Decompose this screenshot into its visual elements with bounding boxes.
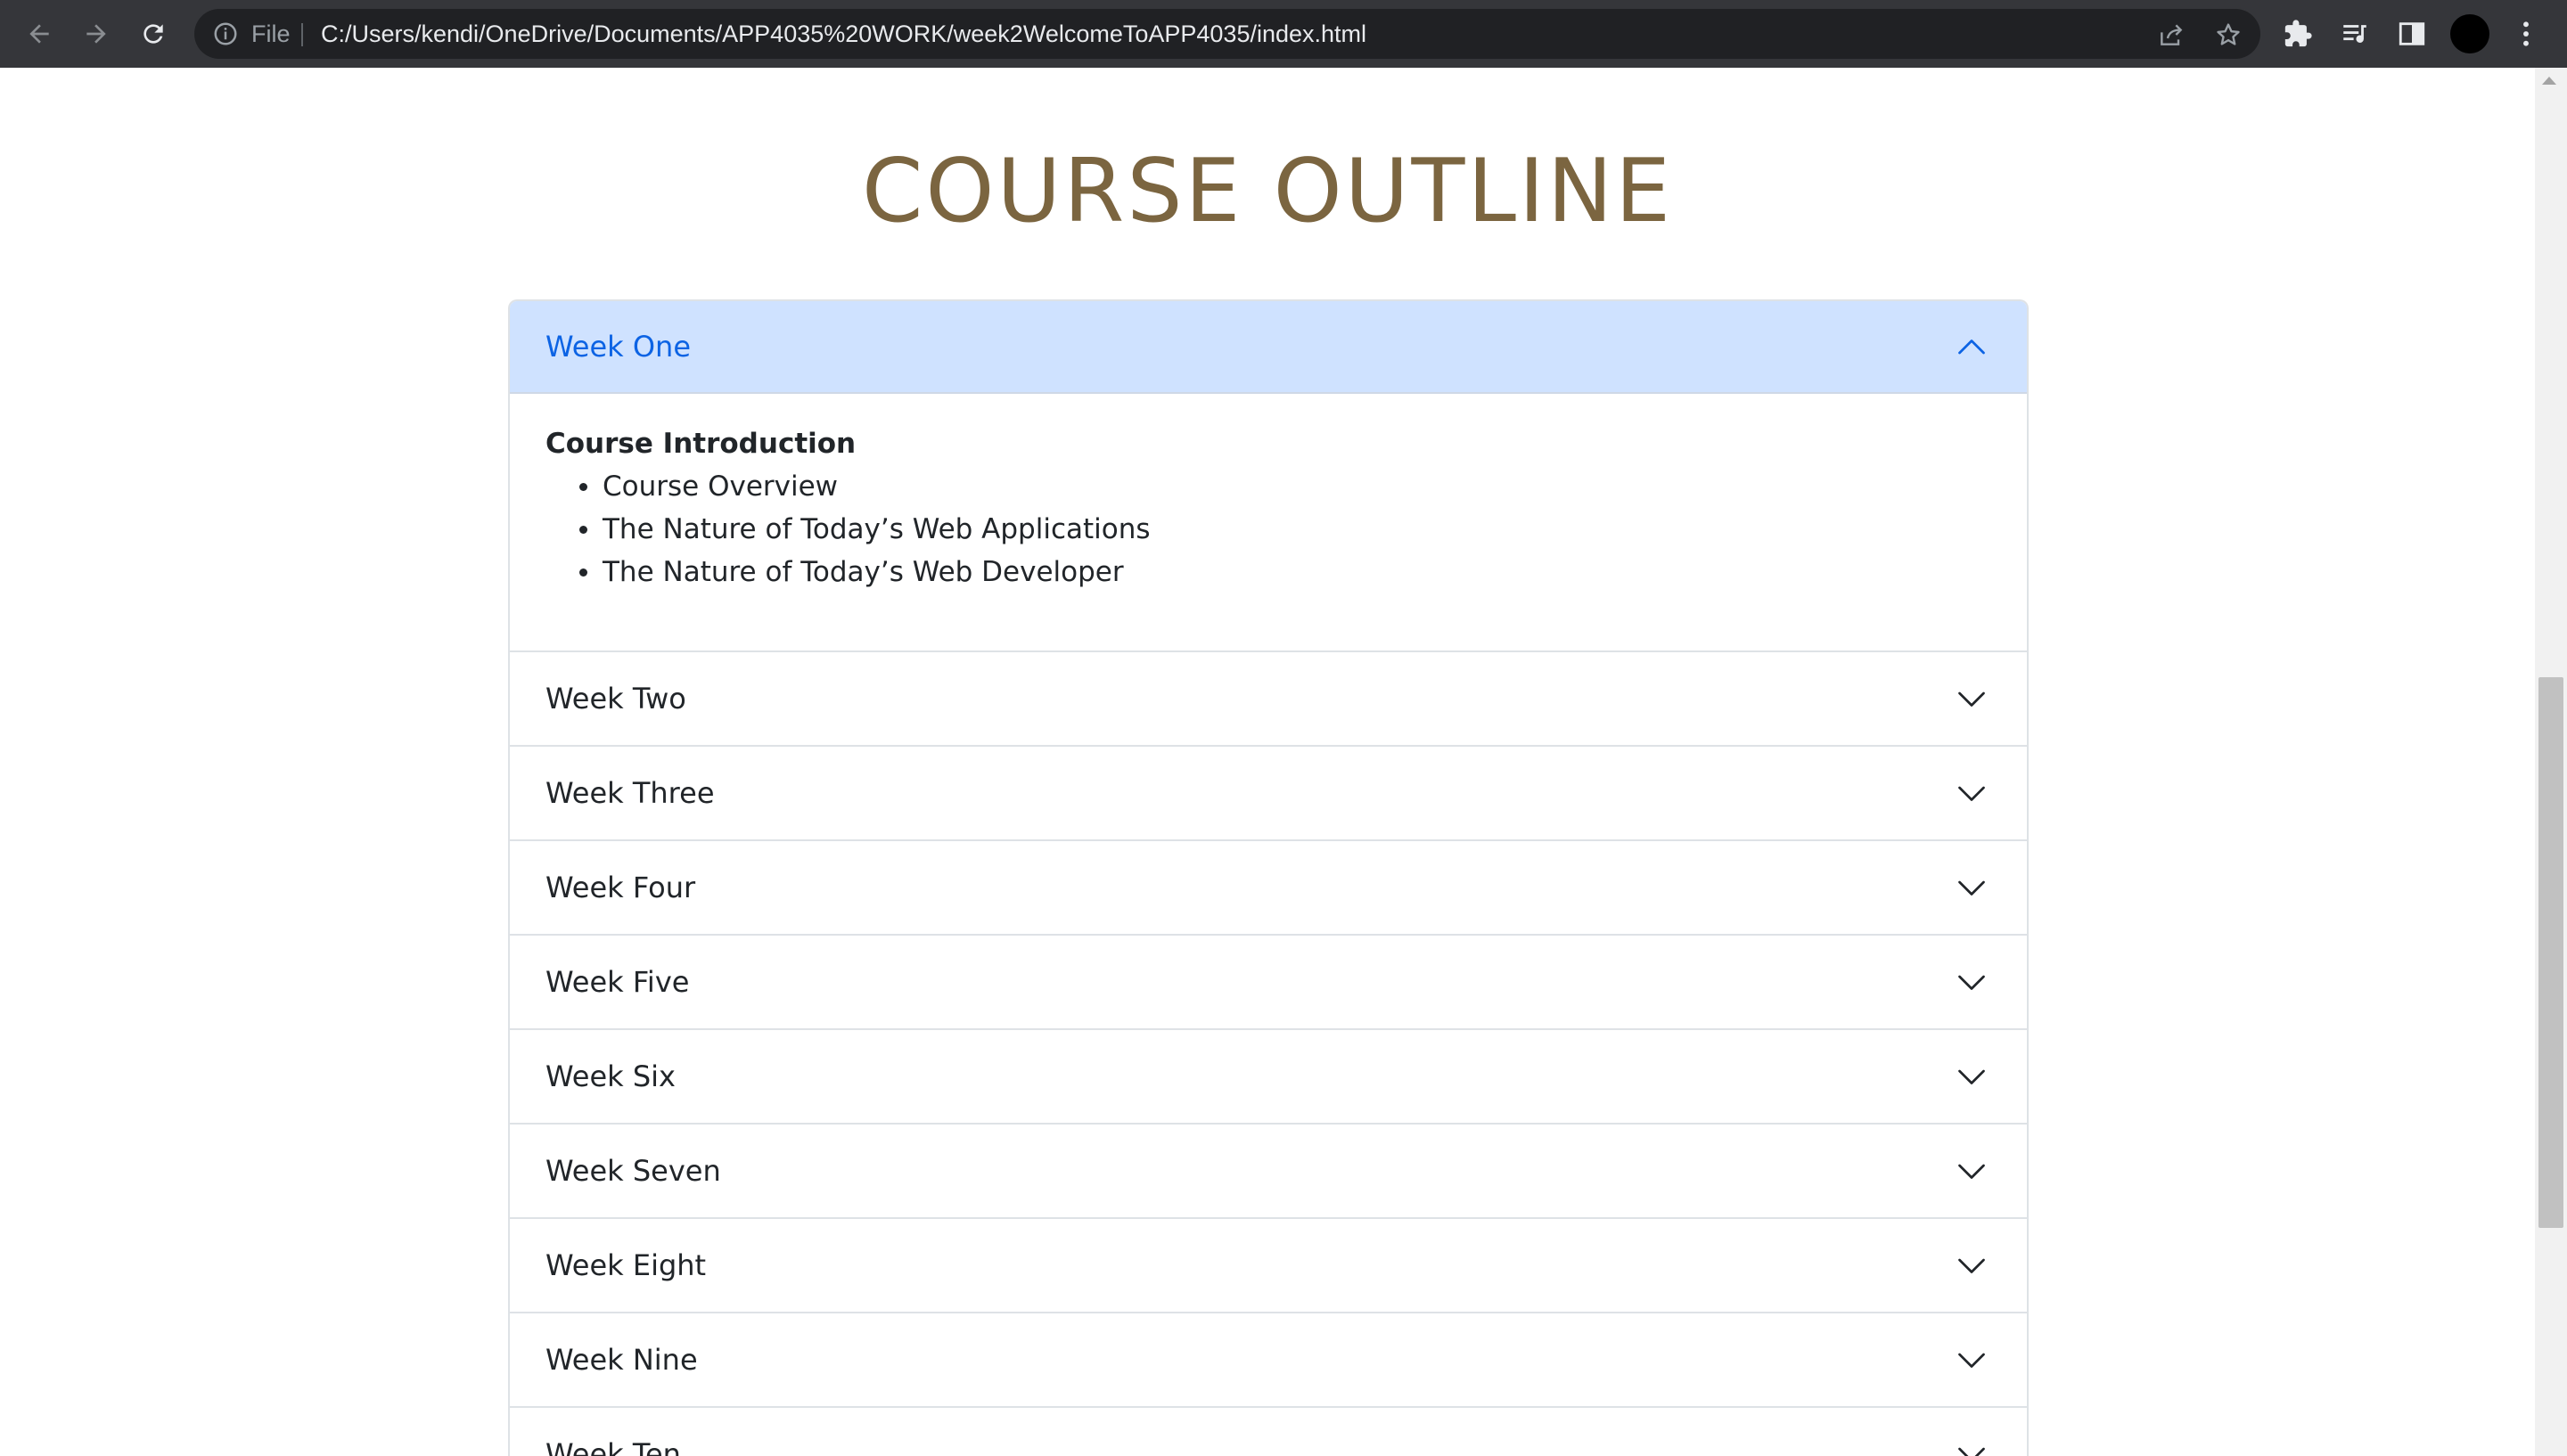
accordion-header-label: Week Two xyxy=(545,682,686,716)
chevron-down-icon xyxy=(1956,966,1988,998)
extensions-icon[interactable] xyxy=(2282,18,2314,50)
chevron-down-icon xyxy=(1956,1249,1988,1281)
course-outline-accordion: Week One Course Introduction Course Overvi… xyxy=(508,299,2029,1456)
vertical-scrollbar[interactable] xyxy=(2535,68,2567,1456)
accordion-item: Week Four xyxy=(510,841,2027,936)
scrollbar-thumb[interactable] xyxy=(2538,677,2563,1228)
more-menu-icon[interactable] xyxy=(2514,18,2538,50)
page-viewport: COURSE OUTLINE Week One Course Introducti… xyxy=(0,68,2535,1456)
accordion-header-week-4[interactable]: Week Four xyxy=(510,841,2027,934)
accordion-header-label: Week Three xyxy=(545,776,715,810)
section-heading: Course Introduction xyxy=(545,428,857,460)
chevron-down-icon xyxy=(1956,683,1988,715)
accordion-item: Week Six xyxy=(510,1030,2027,1125)
back-arrow-icon[interactable] xyxy=(21,16,57,52)
accordion-item: Week Two xyxy=(510,652,2027,747)
url-text[interactable]: C:/Users/kendi/OneDrive/Documents/APP403… xyxy=(321,9,1366,59)
chevron-down-icon xyxy=(1956,871,1988,904)
accordion-item: Week Five xyxy=(510,936,2027,1030)
accordion-header-week-7[interactable]: Week Seven xyxy=(510,1125,2027,1217)
accordion-header-week-5[interactable]: Week Five xyxy=(510,936,2027,1028)
share-icon[interactable] xyxy=(2157,20,2186,49)
chevron-down-icon xyxy=(1956,1438,1988,1456)
chevron-up-icon xyxy=(1956,331,1988,364)
side-panel-icon[interactable] xyxy=(2396,18,2428,50)
accordion-header-label: Week Six xyxy=(545,1059,676,1093)
topic-list-item: The Nature of Today’s Web Developer xyxy=(579,551,1991,593)
accordion-item: Week Nine xyxy=(510,1313,2027,1408)
chevron-down-icon xyxy=(1956,1344,1988,1376)
accordion-header-week-3[interactable]: Week Three xyxy=(510,747,2027,839)
accordion-header-label: Week Seven xyxy=(545,1154,721,1188)
omnibox-divider xyxy=(301,23,303,46)
accordion-header-label: Week Nine xyxy=(545,1343,698,1377)
accordion-body: Course Introduction Course Overview The Na… xyxy=(510,394,2027,650)
accordion-header-label: Week Ten xyxy=(545,1437,681,1456)
accordion-header-week-1[interactable]: Week One xyxy=(510,301,2027,394)
accordion-header-week-9[interactable]: Week Nine xyxy=(510,1313,2027,1406)
profile-avatar[interactable] xyxy=(2450,14,2489,53)
accordion-item: Week Ten xyxy=(510,1408,2027,1456)
topic-list-item: Course Overview xyxy=(579,465,1991,508)
chevron-down-icon xyxy=(1956,1155,1988,1187)
accordion-header-week-8[interactable]: Week Eight xyxy=(510,1219,2027,1312)
accordion-item: Week One Course Introduction Course Overvi… xyxy=(510,301,2027,652)
forward-arrow-icon[interactable] xyxy=(78,16,114,52)
media-control-icon[interactable] xyxy=(2339,18,2371,50)
accordion-item: Week Eight xyxy=(510,1219,2027,1313)
address-bar[interactable]: File C:/Users/kendi/OneDrive/Documents/A… xyxy=(194,9,2260,59)
accordion-item: Week Seven xyxy=(510,1125,2027,1219)
topic-list: Course Overview The Nature of Today’s Web… xyxy=(545,465,1991,593)
accordion-header-label: Week Eight xyxy=(545,1248,707,1282)
accordion-header-week-6[interactable]: Week Six xyxy=(510,1030,2027,1123)
star-icon[interactable] xyxy=(2214,20,2243,49)
accordion-header-label: Week One xyxy=(545,330,691,364)
accordion-item: Week Three xyxy=(510,747,2027,841)
info-icon[interactable] xyxy=(212,20,239,47)
chevron-down-icon xyxy=(1956,1060,1988,1092)
accordion-header-label: Week Four xyxy=(545,871,696,904)
browser-toolbar: File C:/Users/kendi/OneDrive/Documents/A… xyxy=(0,0,2567,68)
scheme-label: File xyxy=(251,20,291,47)
chevron-down-icon xyxy=(1956,777,1988,809)
reload-icon[interactable] xyxy=(135,16,171,52)
accordion-header-week-10[interactable]: Week Ten xyxy=(510,1408,2027,1456)
scroll-up-arrow-icon[interactable] xyxy=(2542,77,2556,85)
accordion-header-week-2[interactable]: Week Two xyxy=(510,652,2027,745)
page-title: COURSE OUTLINE xyxy=(861,141,1674,242)
topic-list-item: The Nature of Today’s Web Applications xyxy=(579,508,1991,551)
accordion-header-label: Week Five xyxy=(545,965,690,999)
